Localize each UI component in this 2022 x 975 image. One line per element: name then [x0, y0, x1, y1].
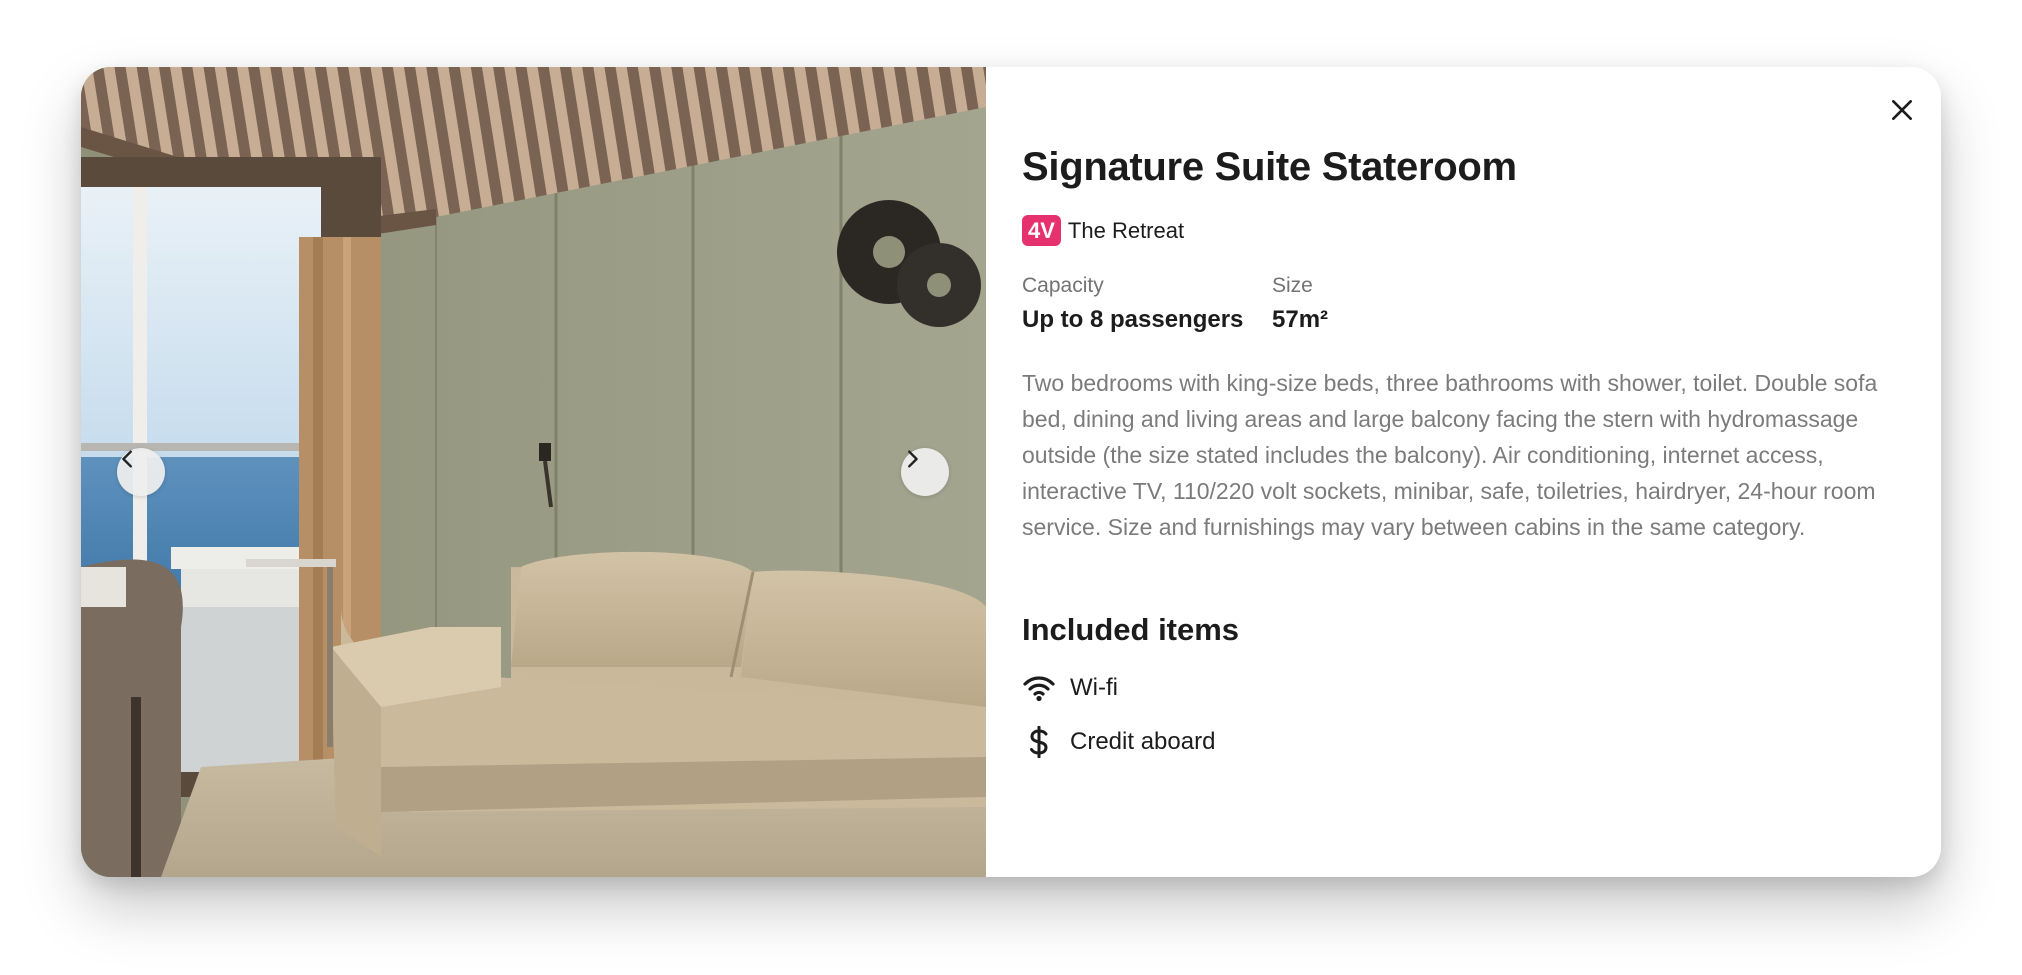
room-description: Two bedrooms with king-size beds, three … [1022, 370, 1878, 540]
capacity-value: Up to 8 passengers [1022, 306, 1244, 333]
included-item-wifi: Wi-fi [1022, 671, 1118, 705]
stateroom-photo-gallery [81, 67, 986, 877]
capacity-spec: Capacity Up to 8 passengers [1022, 274, 1243, 334]
included-item-label: Wi-fi [1070, 674, 1118, 701]
stateroom-modal: Signature Suite Stateroom 4V The Retreat… [81, 67, 1941, 877]
deck-badge: 4V [1022, 215, 1061, 246]
capacity-label: Capacity [1022, 274, 1104, 297]
stateroom-interior-photo [81, 67, 986, 877]
size-value: 57m² [1272, 306, 1329, 333]
next-photo-button[interactable] [901, 448, 949, 496]
chevron-left-icon [122, 450, 132, 468]
dollar-icon [1022, 725, 1056, 759]
chevron-right-icon [908, 450, 918, 468]
deck-tag: 4V The Retreat [1022, 215, 1184, 246]
included-items-heading: Included items [1022, 612, 1240, 647]
wifi-icon [1022, 671, 1056, 705]
previous-photo-button[interactable] [117, 448, 165, 496]
size-spec: Size 57m² [1272, 274, 1328, 334]
included-item-label: Credit aboard [1070, 728, 1216, 755]
included-item-credit: Credit aboard [1022, 725, 1215, 759]
size-label: Size [1272, 274, 1313, 297]
deck-area-label: The Retreat [1067, 217, 1185, 243]
close-button[interactable] [1885, 93, 1919, 127]
close-icon [1892, 100, 1912, 120]
page-title: Signature Suite Stateroom [1022, 145, 1517, 189]
stateroom-details-panel: Signature Suite Stateroom 4V The Retreat… [986, 67, 1941, 877]
